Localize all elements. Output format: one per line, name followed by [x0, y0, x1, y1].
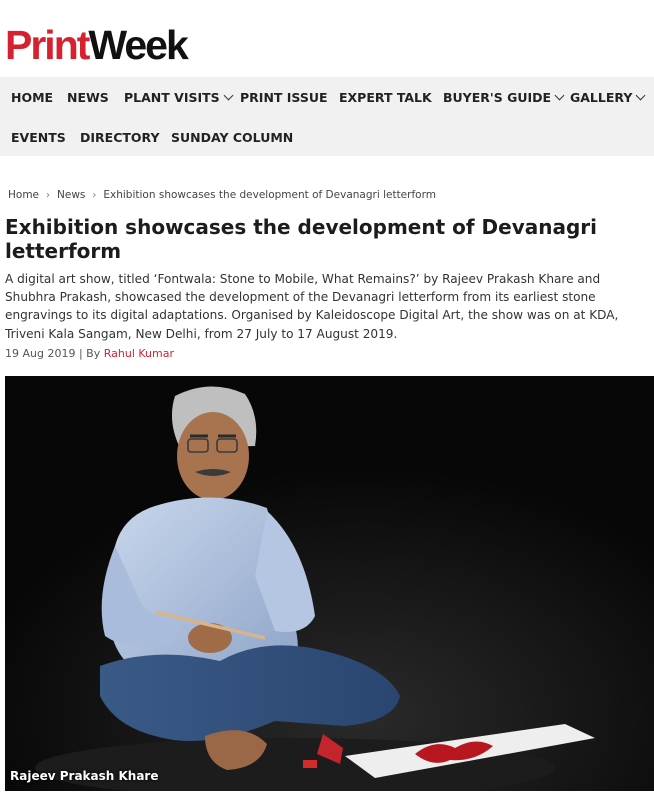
article-meta: 19 Aug 2019 | By Rahul Kumar: [5, 347, 174, 360]
nav-label: GALLERY: [570, 90, 633, 105]
nav-item-sunday-column[interactable]: SUNDAY COLUMN: [171, 130, 293, 145]
article-summary: A digital art show, titled ‘Fontwala: St…: [5, 272, 619, 341]
breadcrumb-current: Exhibition showcases the development of …: [103, 189, 436, 201]
article-title: Exhibition showcases the development of …: [5, 215, 597, 263]
article-hero-image: Rajeev Prakash Khare: [5, 376, 654, 791]
nav-label: NEWS: [67, 90, 109, 105]
logo-print-text: Print: [5, 22, 90, 68]
by-label: | By: [78, 347, 101, 360]
nav-item-expert-talk[interactable]: EXPERT TALK: [339, 90, 432, 105]
nav-item-news[interactable]: NEWS: [67, 90, 109, 105]
breadcrumb-news[interactable]: News: [57, 189, 85, 201]
chevron-right-icon: ›: [46, 189, 51, 201]
nav-item-directory[interactable]: DIRECTORY: [80, 130, 160, 145]
chevron-down-icon[interactable]: [635, 90, 646, 101]
nav-label: PRINT ISSUE: [240, 90, 328, 105]
main-navigation: HOME NEWS PLANT VISITS PRINT ISSUE EXPER…: [0, 77, 654, 156]
breadcrumb-home[interactable]: Home: [8, 189, 39, 201]
nav-item-plant-visits[interactable]: PLANT VISITS: [124, 90, 234, 105]
nav-label: EXPERT TALK: [339, 90, 432, 105]
nav-label: HOME: [11, 90, 54, 105]
chevron-right-icon: ›: [92, 189, 97, 201]
nav-item-print-issue[interactable]: PRINT ISSUE: [240, 90, 328, 105]
nav-label: PLANT VISITS: [124, 90, 220, 105]
portrait-photo-illustration: [5, 376, 654, 791]
nav-item-buyers-guide[interactable]: BUYER'S GUIDE: [443, 90, 565, 105]
nav-label: SUNDAY COLUMN: [171, 130, 294, 145]
chevron-down-icon[interactable]: [223, 90, 234, 101]
chevron-down-icon[interactable]: [554, 90, 565, 101]
nav-label: EVENTS: [11, 130, 66, 145]
publish-date: 19 Aug 2019: [5, 347, 76, 360]
nav-label: DIRECTORY: [80, 130, 160, 145]
nav-label: BUYER'S GUIDE: [443, 90, 552, 105]
nav-item-events[interactable]: EVENTS: [11, 130, 66, 145]
logo-week-text: Week: [88, 22, 188, 68]
image-caption: Rajeev Prakash Khare: [10, 769, 159, 783]
nav-item-home[interactable]: HOME: [11, 90, 53, 105]
author-link[interactable]: Rahul Kumar: [104, 347, 174, 360]
breadcrumb: Home › News › Exhibition showcases the d…: [8, 189, 436, 201]
printweek-logo[interactable]: Print Week: [5, 22, 189, 68]
nav-item-gallery[interactable]: GALLERY: [570, 90, 646, 105]
